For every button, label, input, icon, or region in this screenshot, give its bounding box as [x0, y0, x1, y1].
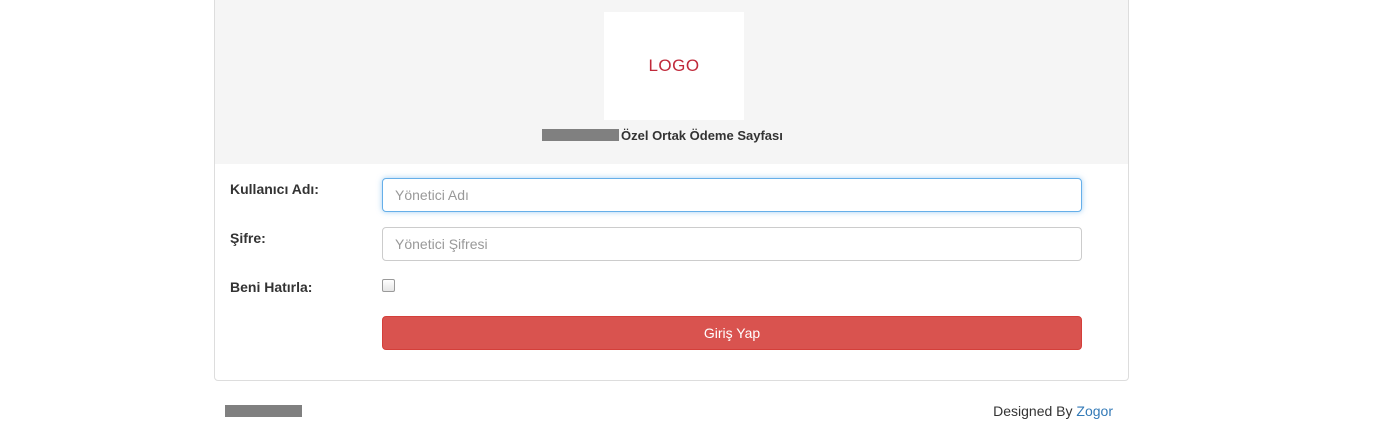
logo-text: LOGO	[648, 56, 700, 75]
page-title-row: Özel Ortak Ödeme Sayfası	[542, 127, 783, 143]
redacted-company-name	[542, 129, 619, 141]
username-label: Kullanıcı Adı:	[230, 181, 319, 197]
login-button-label: Giriş Yap	[703, 325, 761, 341]
redacted-footer-text	[225, 405, 302, 417]
login-button[interactable]: Giriş Yap	[382, 316, 1082, 350]
logo: LOGO	[604, 12, 744, 120]
designer-link[interactable]: Zogor	[1076, 403, 1113, 419]
username-input[interactable]	[382, 178, 1082, 212]
footer-credit: Designed By Zogor	[993, 403, 1113, 419]
designed-by-text: Designed By	[993, 403, 1073, 419]
panel-heading: LOGO Özel Ortak Ödeme Sayfası	[215, 0, 1128, 164]
password-label: Şifre:	[230, 230, 266, 246]
password-input[interactable]	[382, 227, 1082, 261]
remember-me-label: Beni Hatırla:	[230, 279, 313, 295]
remember-me-checkbox[interactable]	[382, 279, 395, 292]
page-title: Özel Ortak Ödeme Sayfası	[621, 127, 783, 143]
